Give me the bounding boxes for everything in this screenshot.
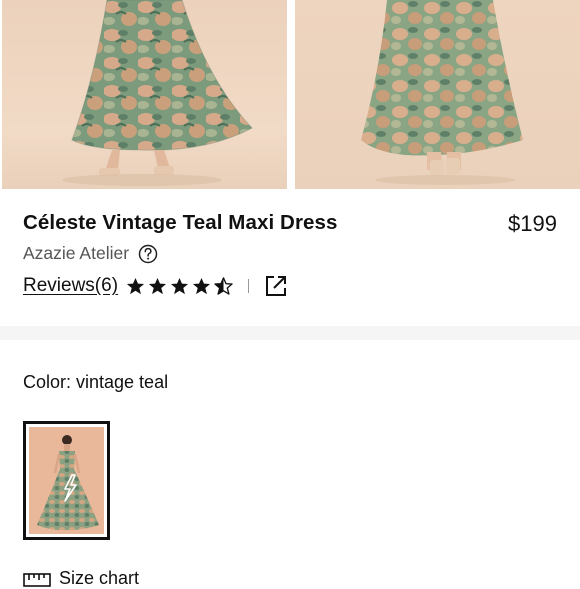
star-half-icon (214, 277, 233, 295)
section-separator (0, 326, 580, 340)
size-chart-link[interactable]: Size chart (23, 568, 139, 589)
product-title: Céleste Vintage Teal Maxi Dress (23, 211, 338, 234)
rating-stars (126, 277, 233, 297)
color-label: Color: vintage teal (23, 372, 169, 392)
star-icon (170, 277, 189, 295)
brand-name: Azazie Atelier (23, 243, 130, 263)
color-swatch-vintage-teal[interactable] (23, 421, 110, 540)
external-link-icon[interactable] (264, 274, 288, 298)
star-icon (192, 277, 211, 295)
star-icon (148, 277, 167, 295)
product-gallery (0, 0, 580, 189)
reviews-link[interactable]: Reviews(6) (23, 275, 118, 297)
ruler-icon (23, 572, 51, 587)
size-chart-label: Size chart (59, 568, 140, 588)
star-icon (126, 277, 145, 295)
product-price: $199 (508, 211, 557, 236)
dress-back-photo[interactable] (295, 0, 580, 189)
question-circle-icon[interactable] (138, 244, 158, 264)
dress-front-photo[interactable] (2, 0, 287, 189)
rating-divider (248, 279, 249, 293)
